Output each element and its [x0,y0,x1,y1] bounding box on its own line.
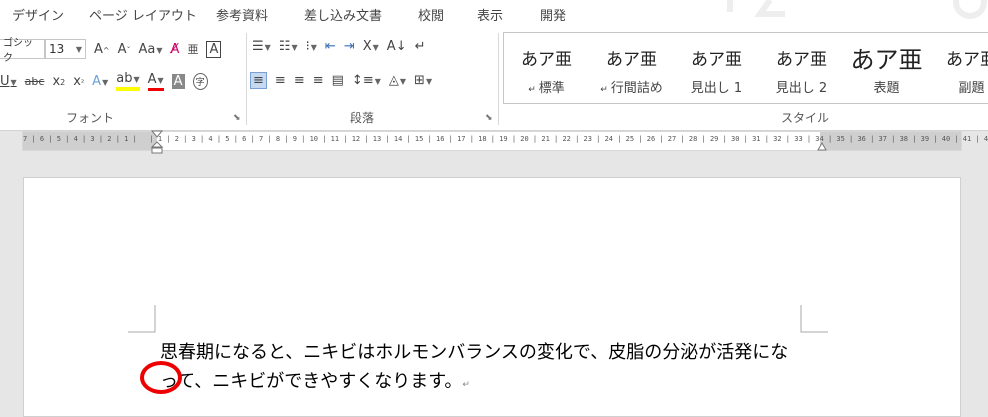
increase-indent-icon[interactable]: ⇥ [344,39,355,54]
style-name: 見出し 2 [775,81,828,96]
tab-review[interactable]: 校閲 [418,5,444,24]
paragraph-row-2: ≡ ≡ ≡ ≡ ▤ ↕≡▼ ◬▼ ⊞▼ [250,72,440,89]
distributed-icon[interactable]: ▤ [332,73,344,88]
font-size-select[interactable]: 13 ▼ [45,39,86,59]
font-color-icon[interactable]: A▼ [147,72,164,91]
font-group-label: フォント [66,111,115,125]
subscript-icon[interactable]: x2 [52,74,65,89]
borders-icon[interactable]: ⊞▼ [414,73,432,88]
ribbon-home: ゴシック 13 ▼ A^ Aˇ Aa▼ A̸ 亜 A U▼ abc x2 x² A… [0,27,988,131]
group-separator [246,33,247,125]
style-normal[interactable]: あア亜 ↵ 標準 [504,33,589,103]
indent-marker-icon[interactable] [149,130,165,154]
enclose-characters-icon[interactable]: 字 [192,73,208,90]
shading-icon[interactable]: ◬▼ [389,73,406,88]
tab-mailings[interactable]: 差し込み文書 [304,5,382,24]
align-center-icon[interactable]: ≡ [275,73,286,88]
right-indent-marker-icon[interactable] [817,142,827,151]
font-family-select[interactable]: ゴシック [0,38,45,64]
sort-icon[interactable]: A↓ [387,39,407,54]
document-body[interactable]: 思春期になると、ニキビはホルモンバランスの変化で、皮脂の分泌が活発にな って、ニ… [160,338,788,400]
font-dialog-launcher-icon[interactable]: ⬊ [233,113,241,123]
phonetic-guide-icon[interactable]: 亜 [187,41,198,57]
annotation-circle [140,361,182,394]
clear-formatting-icon[interactable]: A̸ [171,42,180,57]
multilevel-list-icon[interactable]: ⁝▼ [306,39,317,54]
ruler-numbers: 7 | 6 | 5 | 4 | 3 | 2 | 1 | | 1 | 2 | 3 … [23,135,988,143]
paragraph-group-label: 段落 [350,111,375,125]
asian-layout-icon[interactable]: X▼ [363,39,379,54]
text-line-2: って、ニキビができやすくなります。↵ [160,367,788,400]
style-no-spacing[interactable]: あア亜 ↵ 行間詰め [589,33,674,103]
style-heading-1[interactable]: あア亜 見出し 1 [674,33,759,103]
style-subtitle[interactable]: あア亜 副題 [929,33,988,103]
paragraph-row-1: ☰▼ ☷▼ ⁝▼ ⇤ ⇥ X▼ A↓ ↵ [252,39,434,54]
style-heading-2[interactable]: あア亜 見出し 2 [759,33,844,103]
style-name: 副題 [958,81,985,96]
highlight-color-icon[interactable]: ab▼ [116,72,140,91]
style-sample: あア亜 [850,46,923,74]
style-sample: あア亜 [521,50,572,70]
paragraph-dialog-launcher-icon[interactable]: ⬊ [485,113,493,123]
tab-developer[interactable]: 開発 [540,5,566,24]
margin-corner-mark [128,305,156,333]
style-name: 見出し 1 [690,81,743,96]
line-spacing-icon[interactable]: ↕≡▼ [352,73,381,88]
tab-view[interactable]: 表示 [477,5,503,24]
styles-gallery: あア亜 ↵ 標準 あア亜 ↵ 行間詰め あア亜 見出し 1 あア亜 見出し 2 … [503,32,988,104]
tab-page-layout[interactable]: ページ レイアウト [89,5,197,24]
style-sample: あア亜 [606,50,657,70]
show-hide-marks-icon[interactable]: ↵ [415,39,426,54]
text-effects-icon[interactable]: A▼ [92,74,108,89]
margin-corner-mark [800,305,828,333]
style-sample: あア亜 [946,50,988,70]
style-sample: あア亜 [776,50,827,70]
style-name: ↵ 標準 [528,81,565,96]
style-name: 表題 [873,81,900,96]
group-separator [498,33,499,125]
grow-font-icon[interactable]: A^ [94,42,110,57]
strikethrough-icon[interactable]: abc [25,75,45,88]
text-line-1: 思春期になると、ニキビはホルモンバランスの変化で、皮脂の分泌が活発にな [160,342,789,363]
tab-references[interactable]: 参考資料 [216,5,268,24]
style-sample: あア亜 [691,50,742,70]
shrink-font-icon[interactable]: Aˇ [118,42,131,57]
font-family-value: ゴシック [3,38,33,64]
superscript-icon[interactable]: x² [73,74,84,89]
tab-design[interactable]: デザイン [12,5,64,24]
align-left-icon[interactable]: ≡ [250,72,267,89]
bullets-icon[interactable]: ☰▼ [252,39,271,54]
style-name: ↵ 行間詰め [600,81,663,96]
justify-icon[interactable]: ≡ [313,73,324,88]
align-right-icon[interactable]: ≡ [294,73,305,88]
character-border-icon[interactable]: A [206,40,222,58]
ribbon-background-pattern-icon [727,0,987,19]
text-line-2-content: って、ニキビができやすくなります。 [160,371,463,392]
styles-group-label: スタイル [781,111,830,125]
style-title[interactable]: あア亜 表題 [844,33,929,103]
paragraph-mark: ↵ [462,380,470,390]
underline-icon[interactable]: U▼ [0,74,17,89]
font-size-value: 13 [49,42,65,56]
numbering-icon[interactable]: ☷▼ [279,39,298,54]
horizontal-ruler[interactable]: 7 | 6 | 5 | 4 | 3 | 2 | 1 | | 1 | 2 | 3 … [22,130,988,154]
decrease-indent-icon[interactable]: ⇤ [325,39,336,54]
chevron-down-icon: ▼ [75,44,82,54]
font-row-1: ゴシック 13 ▼ A^ Aˇ Aa▼ A̸ 亜 A [0,38,229,64]
ribbon-tab-bar: デザイン ページ レイアウト 参考資料 差し込み文書 校閲 表示 開発 [0,0,988,27]
character-shading-icon[interactable]: A [171,74,185,89]
change-case-icon[interactable]: Aa▼ [139,42,163,57]
font-row-2: U▼ abc x2 x² A▼ ab▼ A▼ A 字 [0,72,216,91]
